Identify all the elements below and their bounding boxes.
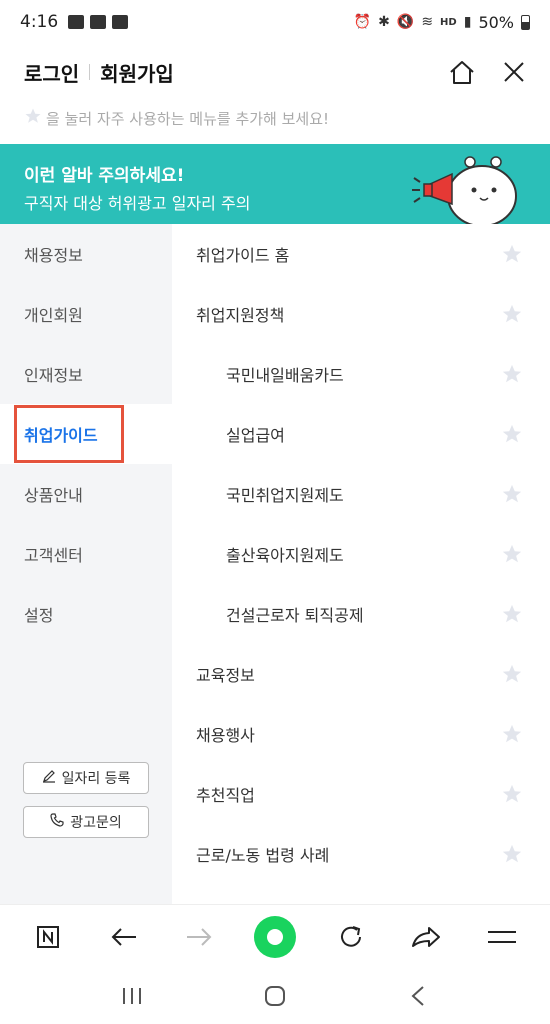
favorite-star-icon[interactable] (500, 542, 524, 566)
favorite-star-icon[interactable] (500, 842, 524, 866)
header-divider (89, 64, 91, 80)
ad-inquiry-label: 광고문의 (70, 815, 122, 831)
favorite-star-icon[interactable] (500, 602, 524, 626)
bluetooth-icon: ✱ (378, 14, 390, 30)
browser-toolbar (0, 904, 550, 968)
side-item-settings[interactable]: 설정 (0, 584, 172, 644)
login-link[interactable]: 로그인 (24, 58, 79, 87)
menu-header: 로그인 회원가입 (0, 44, 550, 100)
sub-menu-item-label: 근로/노동 법령 사례 (196, 846, 330, 865)
status-time: 4:16 (20, 12, 59, 32)
sub-menu-item-label: 국민내일배움카드 (226, 366, 344, 385)
wifi-icon: ≋ (421, 14, 434, 30)
forward-arrow-icon[interactable] (174, 912, 224, 962)
recent-apps-icon[interactable] (107, 976, 157, 1016)
sub-menu-item[interactable]: 취업가이드 홈 (172, 224, 550, 284)
sub-menu-item[interactable]: 건설근로자 퇴직공제 (172, 584, 550, 644)
favorite-star-icon[interactable] (500, 302, 524, 326)
join-link[interactable]: 회원가입 (100, 58, 174, 87)
system-navigation-bar (0, 968, 550, 1024)
favorite-star-icon[interactable] (500, 662, 524, 686)
menu-icon[interactable] (477, 912, 527, 962)
sub-menu-item-label: 건설근로자 퇴직공제 (226, 606, 364, 625)
sub-menu-item[interactable]: 교육정보 (172, 644, 550, 704)
hd-voice-icon: HD (440, 16, 457, 28)
sub-menu-item-label: 출산육아지원제도 (226, 546, 344, 565)
side-item-label: 설정 (24, 606, 54, 625)
naver-icon[interactable] (23, 912, 73, 962)
favorite-star-icon[interactable] (500, 782, 524, 806)
app-icon (90, 15, 107, 29)
highlight-box (14, 405, 124, 463)
register-job-label: 일자리 등록 (61, 771, 131, 787)
home-button-icon[interactable] (250, 976, 300, 1016)
favorite-tip: 을 눌러 자주 사용하는 메뉴를 추가해 보세요! (24, 104, 329, 132)
side-item-customer-center[interactable]: 고객센터 (0, 524, 172, 584)
sub-menu-item[interactable]: 추천직업 (172, 764, 550, 824)
sub-menu-item-label: 취업지원정책 (196, 306, 285, 325)
sub-menu-item[interactable]: 채용행사 (172, 704, 550, 764)
warning-banner[interactable]: 이런 알바 주의하세요! 구직자 대상 허위광고 일자리 주의 (0, 144, 550, 224)
alarm-icon: ⏰ (353, 14, 372, 30)
system-back-icon[interactable] (393, 976, 443, 1016)
register-job-button[interactable]: 일자리 등록 (23, 762, 149, 794)
battery-icon (521, 14, 530, 30)
phone-icon (50, 813, 64, 831)
sub-menu-item[interactable]: 국민내일배움카드 (172, 344, 550, 404)
sub-menu-item-label: 추천직업 (196, 786, 255, 805)
sub-menu-item[interactable]: 출산육아지원제도 (172, 524, 550, 584)
sub-menu-item[interactable]: 근로/노동 법령 사례 (172, 824, 550, 884)
signal-icon: ▮ (463, 14, 472, 30)
favorite-star-icon[interactable] (500, 422, 524, 446)
refresh-icon[interactable] (326, 912, 376, 962)
side-item-recruit[interactable]: 채용정보 (0, 224, 172, 284)
status-bar: 4:16 ⏰ ✱ 🔇 ≋ HD ▮ 50% (0, 0, 550, 44)
checkbox-icon (112, 15, 129, 29)
close-icon[interactable] (502, 60, 526, 84)
sub-menu-item-label: 실업급여 (226, 426, 285, 445)
pencil-icon (42, 769, 56, 787)
side-item-job-guide[interactable]: 취업가이드 (0, 404, 172, 464)
side-item-label: 고객센터 (24, 546, 83, 565)
side-item-label: 채용정보 (24, 246, 83, 265)
sub-menu-item-label: 채용행사 (196, 726, 255, 745)
gallery-icon (68, 15, 85, 29)
green-dot-icon[interactable] (250, 912, 300, 962)
side-item-talent[interactable]: 인재정보 (0, 344, 172, 404)
favorite-star-icon[interactable] (500, 482, 524, 506)
side-item-personal[interactable]: 개인회원 (0, 284, 172, 344)
favorite-tip-text: 을 눌러 자주 사용하는 메뉴를 추가해 보세요! (46, 109, 330, 128)
star-icon (24, 107, 42, 129)
home-icon[interactable] (448, 59, 476, 85)
sub-menu-item-label: 국민취업지원제도 (226, 486, 344, 505)
sub-menu-list: 취업가이드 홈취업지원정책국민내일배움카드실업급여국민취업지원제도출산육아지원제… (172, 224, 550, 904)
side-menu: 채용정보 개인회원 인재정보 취업가이드 상품안내 고객센터 설정 일자리 등록… (0, 224, 172, 904)
favorite-star-icon[interactable] (500, 722, 524, 746)
sub-menu-item[interactable]: 취업지원정책 (172, 284, 550, 344)
back-arrow-icon[interactable] (99, 912, 149, 962)
favorite-star-icon[interactable] (500, 242, 524, 266)
megaphone-mascot-illustration (412, 156, 517, 224)
side-item-label: 개인회원 (24, 306, 83, 325)
sub-menu-item[interactable]: 국민취업지원제도 (172, 464, 550, 524)
ad-inquiry-button[interactable]: 광고문의 (23, 806, 149, 838)
sub-menu-item-label: 취업가이드 홈 (196, 246, 290, 265)
side-item-label: 인재정보 (24, 366, 83, 385)
side-item-label: 상품안내 (24, 486, 83, 505)
mute-icon: 🔇 (396, 14, 415, 30)
battery-percent: 50% (478, 12, 514, 32)
sub-menu-item[interactable]: 실업급여 (172, 404, 550, 464)
side-item-products[interactable]: 상품안내 (0, 464, 172, 524)
share-icon[interactable] (401, 912, 451, 962)
favorite-star-icon[interactable] (500, 362, 524, 386)
sub-menu-item-label: 교육정보 (196, 666, 255, 685)
